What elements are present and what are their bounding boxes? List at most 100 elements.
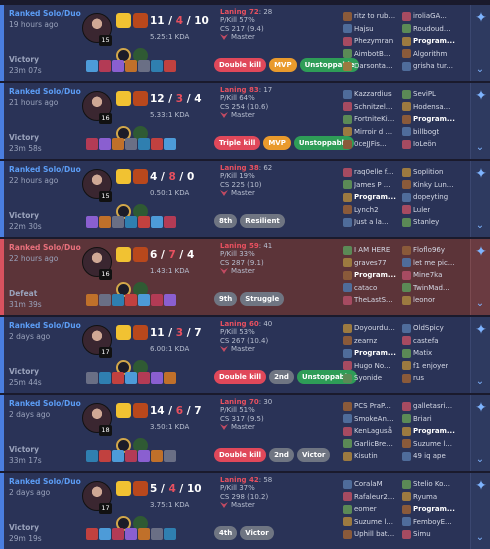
player-entry[interactable]: CoralaM	[343, 478, 403, 491]
player-entry[interactable]: Phezymran	[343, 35, 403, 48]
match-row[interactable]: Ranked Solo/Duo 2 days ago Victory 29m 19s 1…	[0, 473, 490, 549]
item-icon[interactable]	[112, 60, 124, 72]
chevron-down-icon[interactable]: ⌄	[475, 455, 485, 465]
item-icon[interactable]	[125, 528, 137, 540]
ignite-spell-icon[interactable]	[133, 13, 148, 28]
item-icon[interactable]	[112, 138, 124, 150]
item-icon[interactable]	[86, 60, 98, 72]
player-name[interactable]: Lynch2	[354, 204, 379, 217]
chevron-down-icon[interactable]: ⌄	[475, 221, 485, 231]
item-icon[interactable]	[125, 216, 137, 228]
item-icon[interactable]	[112, 294, 124, 306]
item-icon[interactable]	[151, 216, 163, 228]
player-entry[interactable]: 49 iq ape	[402, 450, 462, 463]
player-name[interactable]: Program...	[354, 347, 396, 360]
flash-spell-icon[interactable]	[116, 403, 131, 418]
item-icon[interactable]	[138, 372, 150, 384]
item-icon[interactable]	[86, 450, 98, 462]
player-name[interactable]: FortniteKi...	[354, 113, 394, 126]
flash-spell-icon[interactable]	[116, 247, 131, 262]
ignite-spell-icon[interactable]	[133, 325, 148, 340]
player-entry[interactable]: Hugo No...	[343, 360, 403, 373]
player-entry[interactable]: Syonide	[343, 372, 403, 385]
player-name[interactable]: Matix	[413, 347, 432, 360]
player-entry[interactable]: Darsonta...	[343, 60, 403, 73]
player-name[interactable]: dopeyting	[413, 191, 448, 204]
item-icon[interactable]	[112, 372, 124, 384]
player-name[interactable]: Darsonta...	[354, 60, 393, 73]
add-friend-icon[interactable]: ✦	[473, 10, 489, 26]
player-entry[interactable]: let me pic...	[402, 257, 462, 270]
item-icon[interactable]	[138, 294, 150, 306]
player-entry[interactable]: FemboyE...	[402, 516, 462, 529]
player-entry[interactable]: Hajsu	[343, 23, 403, 36]
player-name[interactable]: Hugo No...	[354, 360, 391, 373]
player-name[interactable]: CoralaM	[354, 478, 383, 491]
player-name[interactable]: iroliaGA...	[413, 10, 447, 23]
player-entry[interactable]: Program...	[402, 503, 462, 516]
player-entry[interactable]: Algorithm	[402, 48, 462, 61]
player-name[interactable]: TheLastS...	[354, 294, 393, 307]
player-entry[interactable]: PCS PraP...	[343, 400, 403, 413]
player-entry[interactable]: KenLaguså	[343, 425, 403, 438]
player-name[interactable]: let me pic...	[413, 257, 454, 270]
player-entry[interactable]: FortniteKi...	[343, 113, 403, 126]
match-row[interactable]: Ranked Solo/Duo 19 hours ago Victory 23m 07…	[0, 5, 490, 81]
player-entry[interactable]: James P ...	[343, 179, 403, 192]
player-name[interactable]: Mirroir d ...	[354, 126, 392, 139]
player-name[interactable]: Stanley	[413, 216, 439, 229]
match-row[interactable]: Ranked Solo/Duo 21 hours ago Victory 23m 58…	[0, 83, 490, 159]
player-name[interactable]: Phezymran	[354, 35, 393, 48]
item-icon[interactable]	[125, 60, 137, 72]
ignite-spell-icon[interactable]	[133, 169, 148, 184]
player-entry[interactable]: Program...	[343, 347, 403, 360]
item-icon[interactable]	[138, 528, 150, 540]
player-entry[interactable]: 0ceJJFis...	[343, 138, 403, 151]
add-friend-icon[interactable]: ✦	[473, 478, 489, 494]
player-name[interactable]: Mine7ka	[413, 269, 442, 282]
player-name[interactable]: eomer	[354, 503, 377, 516]
player-name[interactable]: Just a la...	[354, 216, 389, 229]
player-entry[interactable]: Stanley	[402, 216, 462, 229]
player-entry[interactable]: cataco	[343, 282, 403, 295]
player-name[interactable]: Program...	[413, 503, 455, 516]
player-name[interactable]: AimbotB...	[354, 48, 391, 61]
player-name[interactable]: 0ceJJFis...	[354, 138, 387, 151]
ignite-spell-icon[interactable]	[133, 91, 148, 106]
add-friend-icon[interactable]: ✦	[473, 88, 489, 104]
player-name[interactable]: billbogt	[413, 126, 439, 139]
item-icon[interactable]	[164, 528, 176, 540]
player-name[interactable]: Soplition	[413, 166, 443, 179]
player-entry[interactable]: ritz to rub...	[343, 10, 403, 23]
item-icon[interactable]	[99, 294, 111, 306]
player-name[interactable]: Schnitzel...	[354, 101, 392, 114]
player-name[interactable]: Program...	[413, 35, 455, 48]
player-name[interactable]: PCS PraP...	[354, 400, 391, 413]
item-icon[interactable]	[99, 528, 111, 540]
chevron-down-icon[interactable]: ⌄	[475, 143, 485, 153]
item-icon[interactable]	[151, 294, 163, 306]
player-entry[interactable]: I AM HERE	[343, 244, 403, 257]
item-icon[interactable]	[86, 528, 98, 540]
player-name[interactable]: Kazzardius	[354, 88, 392, 101]
player-entry[interactable]: Roudoud...	[402, 23, 462, 36]
player-name[interactable]: zearnz	[354, 335, 377, 348]
player-entry[interactable]: galletasri...	[402, 400, 462, 413]
player-entry[interactable]: Simu	[402, 528, 462, 541]
player-entry[interactable]: Floflo96y	[402, 244, 462, 257]
item-icon[interactable]	[99, 216, 111, 228]
item-icon[interactable]	[164, 372, 176, 384]
player-name[interactable]: I AM HERE	[354, 244, 390, 257]
ignite-spell-icon[interactable]	[133, 481, 148, 496]
player-name[interactable]: ritz to rub...	[354, 10, 395, 23]
match-row[interactable]: Ranked Solo/Duo 2 days ago Victory 33m 17s 1…	[0, 395, 490, 471]
match-row[interactable]: Ranked Solo/Duo 2 days ago Victory 25m 44s 1…	[0, 317, 490, 393]
ignite-spell-icon[interactable]	[133, 247, 148, 262]
chevron-down-icon[interactable]: ⌄	[475, 299, 485, 309]
player-name[interactable]: Program...	[354, 191, 396, 204]
player-entry[interactable]: Schnitzel...	[343, 101, 403, 114]
player-name[interactable]: Briari	[413, 413, 432, 426]
match-row[interactable]: Ranked Solo/Duo 22 hours ago Defeat 31m 39s…	[0, 239, 490, 315]
player-name[interactable]: FemboyE...	[413, 516, 452, 529]
player-entry[interactable]: Program...	[402, 425, 462, 438]
